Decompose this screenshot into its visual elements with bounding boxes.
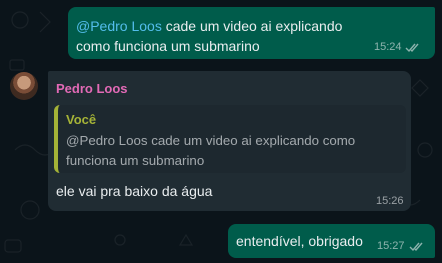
double-check-icon bbox=[405, 43, 419, 53]
message-text: entendível, obrigado bbox=[236, 233, 363, 249]
quote-author: Você bbox=[66, 112, 97, 127]
message-time: 15:26 bbox=[376, 195, 404, 207]
quoted-message[interactable]: Você @Pedro Loos cade um video ai explic… bbox=[54, 105, 406, 173]
sender-name[interactable]: Pedro Loos bbox=[56, 81, 128, 96]
double-check-icon bbox=[409, 242, 423, 252]
avatar[interactable] bbox=[10, 72, 38, 100]
mention-link[interactable]: @Pedro Loos bbox=[76, 18, 162, 34]
quote-text: @Pedro Loos cade um video ai explicando … bbox=[66, 133, 356, 168]
outgoing-message-bubble[interactable]: entendível, obrigado 15:27 bbox=[228, 224, 435, 258]
incoming-message-bubble[interactable]: Pedro Loos Você @Pedro Loos cade um vide… bbox=[48, 71, 411, 211]
message-time: 15:24 bbox=[374, 41, 402, 53]
message-time: 15:27 bbox=[377, 240, 405, 252]
message-text: ele vai pra baixo da água bbox=[56, 183, 213, 199]
outgoing-message-bubble[interactable]: @Pedro Loos cade um video ai explicando … bbox=[68, 7, 435, 59]
message-text: @Pedro Loos cade um video ai explicando … bbox=[76, 16, 376, 56]
